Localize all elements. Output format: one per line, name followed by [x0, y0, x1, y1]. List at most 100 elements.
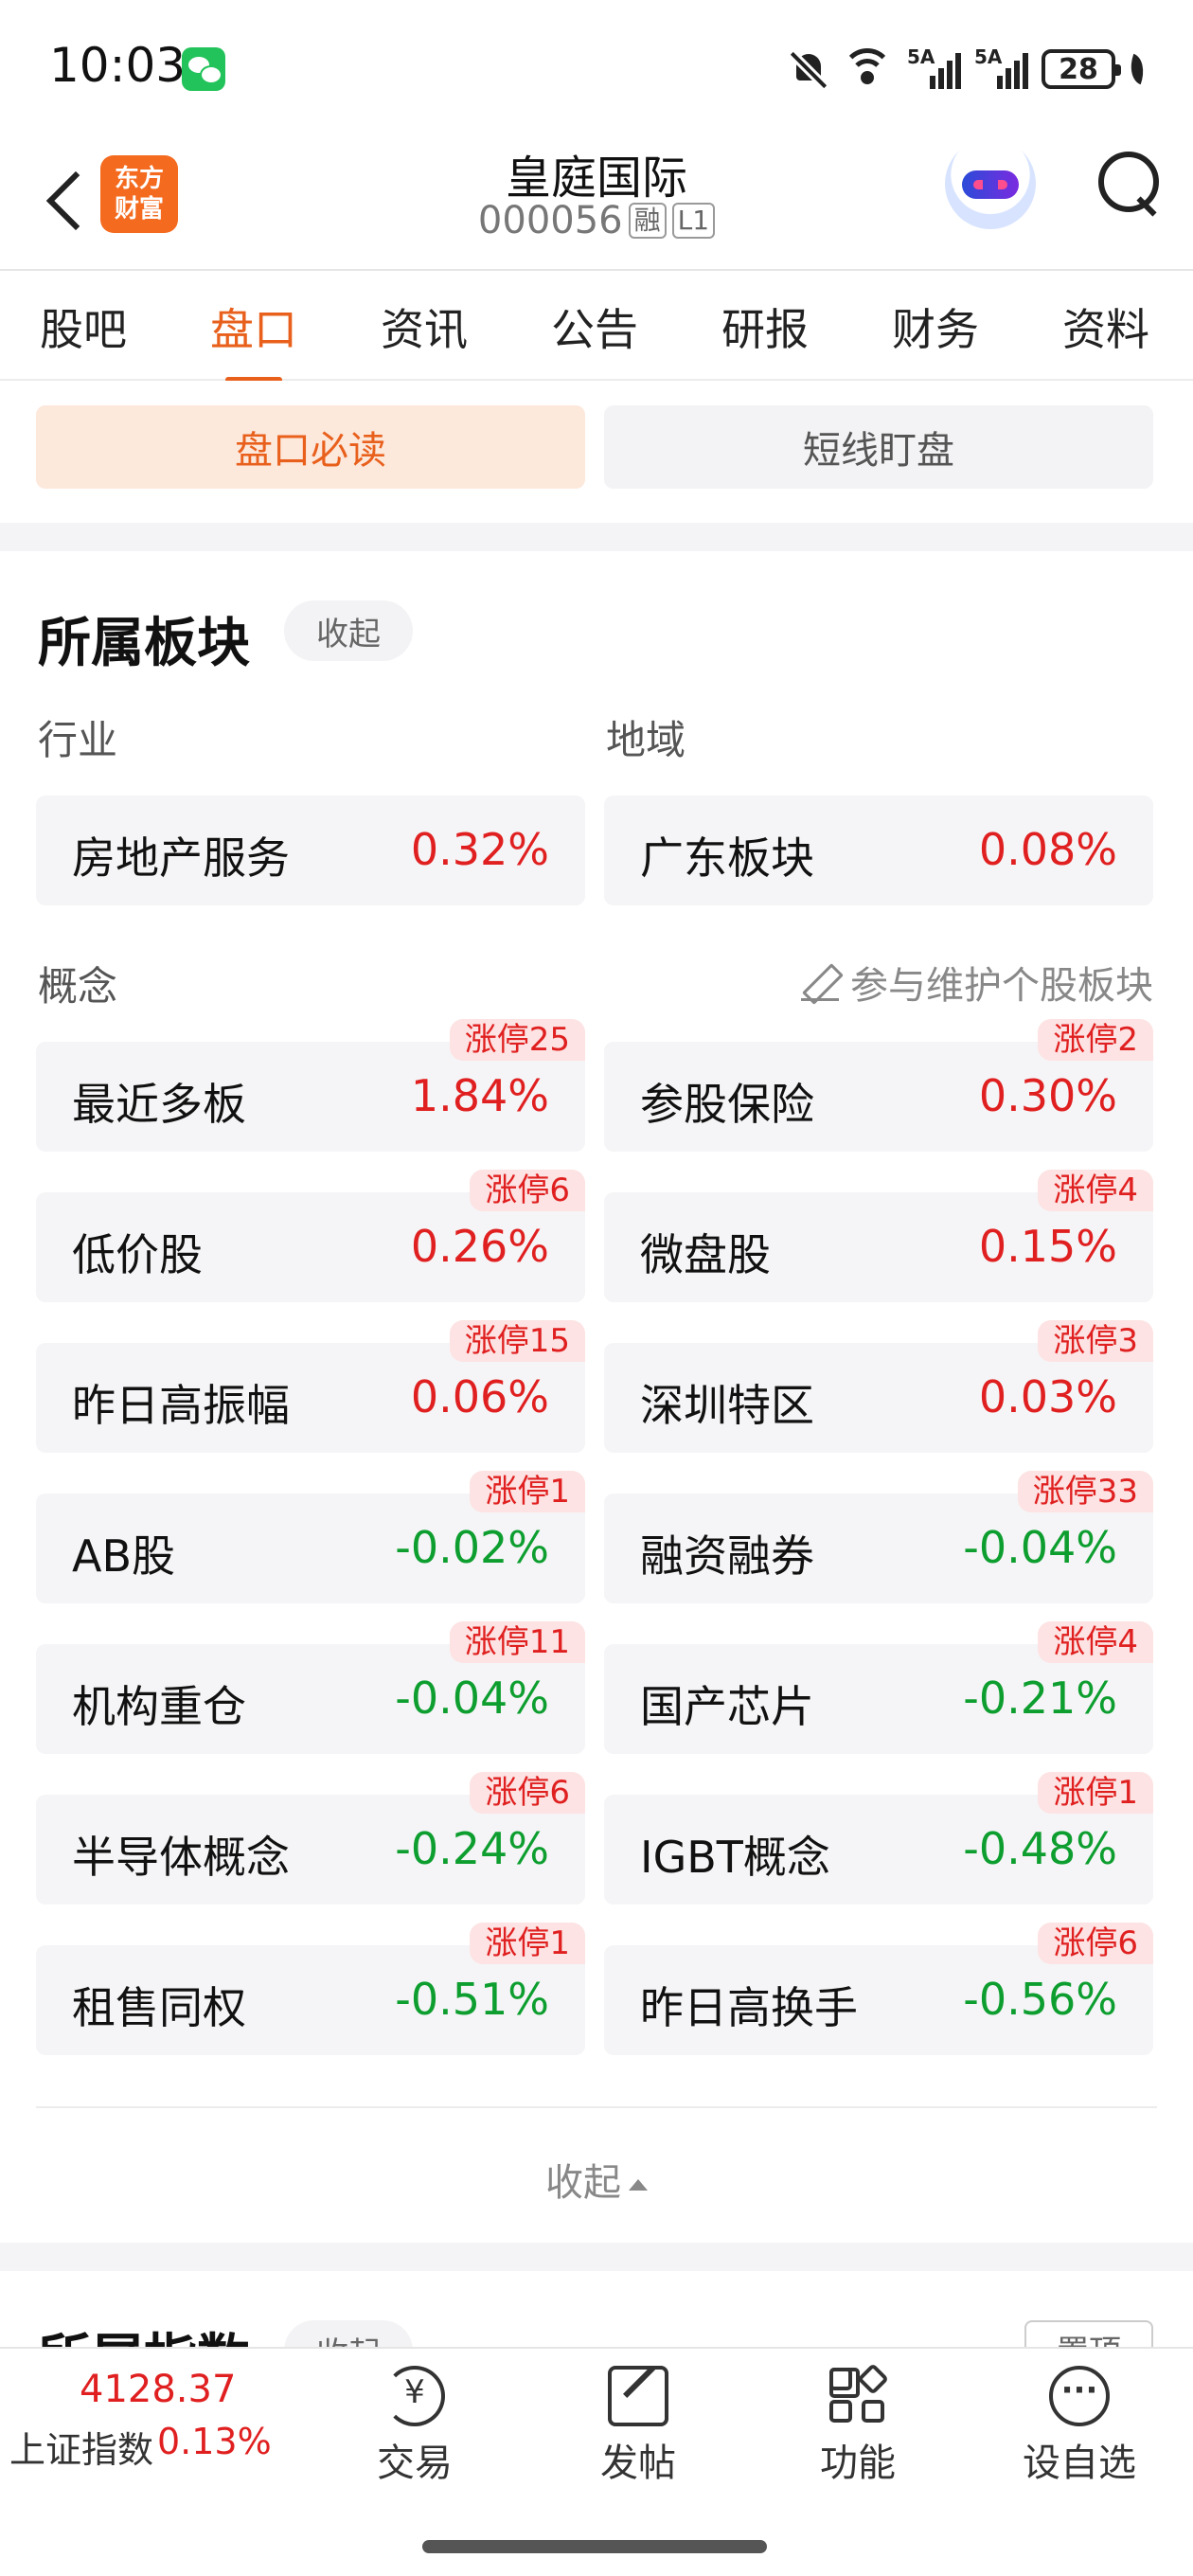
tab-guba[interactable]: 股吧 [8, 295, 159, 358]
status-icons: 5A 5A 28 [790, 45, 1150, 93]
concept-tile[interactable]: 融资融券 -0.04% 涨停33 [604, 1471, 1153, 1603]
header: 东方 财富 皇庭国际 000056 融 L1 [0, 133, 1193, 271]
collapse-button[interactable]: 收起 [284, 600, 413, 661]
tab-finance[interactable]: 财务 [860, 295, 1011, 358]
index-change[interactable]: 0.13% [157, 2421, 272, 2462]
concept-label: 概念 [38, 963, 118, 1010]
limit-up-badge: 涨停6 [470, 1170, 585, 1211]
collapse-bottom-label: 收起 [545, 2161, 621, 2205]
wechat-icon [182, 47, 225, 91]
index-card: 所属指数 收起 置顶 [0, 2271, 1193, 2347]
concept-tile[interactable]: 租售同权 -0.51% 涨停1 [36, 1923, 585, 2055]
nav-function[interactable]: 功能 [782, 2363, 934, 2487]
concept-tile[interactable]: 微盘股 0.15% 涨停4 [604, 1170, 1153, 1302]
tab-profile[interactable]: 资料 [1030, 295, 1182, 358]
tab-pankou[interactable]: 盘口 [178, 295, 329, 383]
concept-name: AB股 [72, 1530, 176, 1582]
limit-up-badge: 涨停6 [1038, 1923, 1153, 1964]
edit-icon [801, 963, 839, 1001]
concept-tile[interactable]: 参股保险 0.30% 涨停2 [604, 1019, 1153, 1152]
bell-off-icon [790, 48, 828, 90]
industry-label: 行业 [38, 717, 118, 763]
search-icon[interactable] [1096, 150, 1165, 225]
concept-name: 昨日高振幅 [72, 1380, 290, 1431]
function-icon [828, 2363, 889, 2426]
concept-name: 昨日高换手 [640, 1982, 858, 2033]
concept-name: 最近多板 [72, 1079, 246, 1130]
concept-change: -0.02% [395, 1522, 549, 1573]
concept-change: -0.24% [395, 1823, 549, 1874]
nav-add-watchlist[interactable]: 设自选 [1004, 2366, 1155, 2487]
concept-change: 1.84% [410, 1070, 549, 1121]
post-icon [608, 2366, 668, 2426]
concept-change: -0.56% [963, 1974, 1117, 2025]
limit-up-badge: 涨停2 [1038, 1019, 1153, 1061]
region-tile[interactable]: 广东板块 0.08% [604, 796, 1153, 905]
sector-card: 所属板块 收起 行业 地域 房地产服务 0.32% 广东板块 0.08% 概念 … [0, 551, 1193, 2243]
nav-post[interactable]: 发帖 [562, 2366, 714, 2487]
tab-bar: 股吧 盘口 资讯 公告 研报 财务 资料 [0, 271, 1193, 383]
concept-tile[interactable]: 最近多板 1.84% 涨停25 [36, 1019, 585, 1152]
tab-news[interactable]: 资讯 [348, 295, 500, 358]
concept-tile[interactable]: 昨日高换手 -0.56% 涨停6 [604, 1923, 1153, 2055]
index-card-title: 所属指数 [38, 2317, 250, 2347]
tab-label: 股吧 [40, 304, 127, 355]
concept-tile[interactable]: 深圳特区 0.03% 涨停3 [604, 1320, 1153, 1453]
industry-tile[interactable]: 房地产服务 0.32% [36, 796, 585, 905]
index-collapse-button[interactable]: 收起 [284, 2320, 413, 2347]
tab-announcements[interactable]: 公告 [519, 295, 670, 358]
limit-up-badge: 涨停1 [1038, 1772, 1153, 1814]
concept-name: 机构重仓 [72, 1681, 246, 1732]
signal-icon: 5A [907, 45, 961, 89]
maintain-sectors-link[interactable]: 参与维护个股板块 [801, 955, 1153, 1010]
tab-label: 资讯 [381, 304, 468, 355]
concept-name: 租售同权 [72, 1982, 246, 2033]
tab-label: 盘口 [210, 304, 297, 355]
limit-up-badge: 涨停4 [1038, 1170, 1153, 1211]
concept-change: -0.48% [963, 1823, 1117, 1874]
subtab-short-term-watch[interactable]: 短线盯盘 [604, 405, 1153, 489]
limit-up-badge: 涨停6 [470, 1772, 585, 1814]
concept-tile[interactable]: 低价股 0.26% 涨停6 [36, 1170, 585, 1302]
leaf-icon [1124, 53, 1150, 85]
concept-tile[interactable]: 国产芯片 -0.21% 涨停4 [604, 1621, 1153, 1754]
signal-label: 5A [907, 45, 935, 68]
concept-tile[interactable]: 半导体概念 -0.24% 涨停6 [36, 1772, 585, 1905]
concept-tile[interactable]: AB股 -0.02% 涨停1 [36, 1471, 585, 1603]
collapse-bottom-button[interactable]: 收起 [0, 2152, 1193, 2207]
limit-up-badge: 涨停25 [449, 1019, 585, 1061]
concept-name: 半导体概念 [72, 1832, 290, 1883]
maintain-sectors-label: 参与维护个股板块 [850, 964, 1153, 1008]
ai-assistant-icon[interactable] [945, 138, 1036, 229]
concept-name: 低价股 [72, 1229, 203, 1280]
tab-research[interactable]: 研报 [689, 295, 841, 358]
subtab-bar: 盘口必读 短线盯盘 [0, 381, 1193, 523]
index-value[interactable]: 4128.37 [80, 2368, 236, 2411]
sector-name: 房地产服务 [72, 832, 290, 884]
concept-name: 微盘股 [640, 1229, 771, 1280]
limit-up-badge: 涨停1 [470, 1471, 585, 1512]
limit-up-badge: 涨停3 [1038, 1320, 1153, 1362]
subtab-must-read[interactable]: 盘口必读 [36, 405, 585, 489]
concept-change: 0.03% [978, 1371, 1117, 1422]
index-name[interactable]: 上证指数 [9, 2421, 153, 2473]
sector-change: 0.08% [978, 824, 1117, 875]
nav-label: 设自选 [1023, 2442, 1136, 2485]
concept-tile[interactable]: IGBT概念 -0.48% 涨停1 [604, 1772, 1153, 1905]
home-indicator[interactable] [422, 2540, 767, 2553]
concept-change: -0.04% [963, 1522, 1117, 1573]
concept-tile[interactable]: 昨日高振幅 0.06% 涨停15 [36, 1320, 585, 1453]
nav-label: 功能 [820, 2442, 896, 2485]
stock-code: 000056 [477, 199, 623, 242]
nav-trade[interactable]: 交易 [339, 2366, 490, 2487]
concept-change: -0.51% [395, 1974, 549, 2025]
sector-card-title: 所属板块 [38, 613, 250, 674]
level-badge: L1 [671, 203, 716, 239]
concept-change: 0.15% [978, 1221, 1117, 1272]
nav-label: 发帖 [600, 2442, 676, 2485]
concept-name: 融资融券 [640, 1530, 814, 1582]
limit-up-badge: 涨停4 [1038, 1621, 1153, 1663]
margin-badge: 融 [628, 203, 667, 239]
pin-button[interactable]: 置顶 [1024, 2320, 1153, 2347]
concept-tile[interactable]: 机构重仓 -0.04% 涨停11 [36, 1621, 585, 1754]
